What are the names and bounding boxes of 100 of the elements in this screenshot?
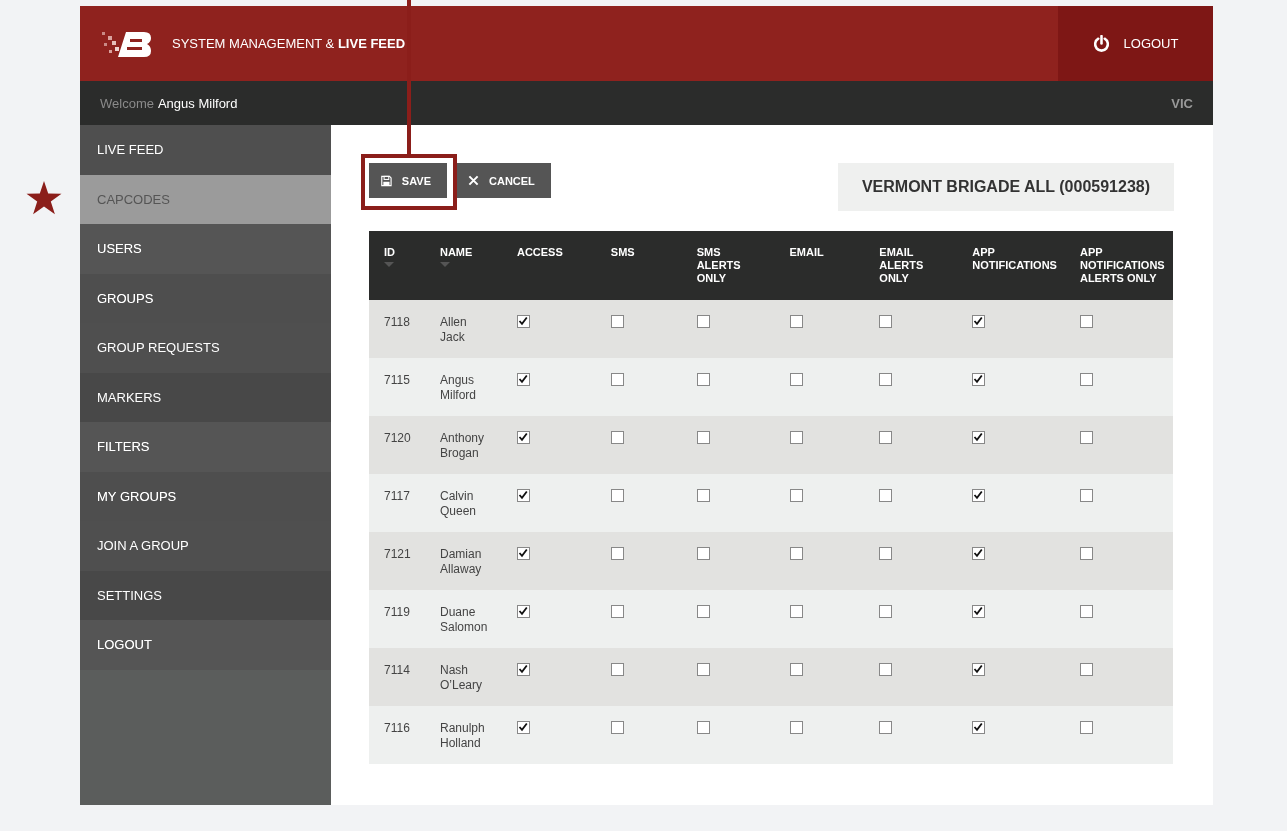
checkbox[interactable]: [516, 547, 530, 560]
checkbox[interactable]: [879, 721, 893, 734]
checkbox[interactable]: [610, 547, 624, 560]
app-title: SYSTEM MANAGEMENT & LIVE FEED: [172, 36, 407, 51]
column-header: APP NOTIFICATIONS: [957, 231, 1065, 300]
checkbox[interactable]: [1079, 315, 1093, 328]
checkbox[interactable]: [789, 721, 803, 734]
checkbox[interactable]: [696, 663, 710, 676]
checkbox[interactable]: [516, 721, 530, 734]
id-cell: 7119: [384, 605, 410, 619]
checkbox[interactable]: [1079, 663, 1093, 676]
welcome-label: Welcome: [100, 95, 154, 111]
checkbox[interactable]: [789, 663, 803, 676]
checkbox[interactable]: [696, 605, 710, 618]
checkbox[interactable]: [610, 315, 624, 328]
sidebar-item[interactable]: LIVE FEED: [80, 125, 331, 175]
checkbox[interactable]: [1079, 373, 1093, 386]
logout-button[interactable]: LOGOUT: [1058, 6, 1213, 81]
checkbox[interactable]: [516, 431, 530, 444]
checkbox[interactable]: [879, 547, 893, 560]
checkbox[interactable]: [972, 431, 986, 444]
checkbox[interactable]: [610, 489, 624, 502]
checkbox[interactable]: [879, 315, 893, 328]
checkbox[interactable]: [696, 489, 710, 502]
checkbox[interactable]: [789, 373, 803, 386]
column-header: EMAIL ALERTS ONLY: [864, 231, 958, 300]
column-header: SMS ALERTS ONLY: [681, 231, 775, 300]
checkbox[interactable]: [610, 605, 624, 618]
column-header: SMS: [595, 231, 682, 300]
name-cell: Nash O’Leary: [439, 663, 482, 693]
sidebar-item[interactable]: MY GROUPS: [80, 471, 331, 521]
checkbox[interactable]: [1079, 547, 1093, 560]
name-cell: Calvin Queen: [439, 489, 476, 519]
id-cell: 7117: [384, 489, 410, 503]
checkbox[interactable]: [1079, 489, 1093, 502]
checkbox[interactable]: [972, 721, 986, 734]
save-button[interactable]: SAVE: [369, 163, 447, 198]
checkbox[interactable]: [972, 315, 986, 328]
checkbox[interactable]: [972, 547, 986, 560]
name-cell: Angus Milford: [439, 373, 476, 403]
checkbox[interactable]: [789, 489, 803, 502]
id-cell: 7120: [384, 431, 411, 445]
id-cell: 7116: [384, 721, 410, 735]
checkbox[interactable]: [516, 489, 530, 502]
region-label: VIC: [1171, 95, 1193, 111]
checkbox[interactable]: [1079, 721, 1093, 734]
checkbox[interactable]: [879, 373, 893, 386]
checkbox[interactable]: [879, 663, 893, 676]
checkbox[interactable]: [696, 431, 710, 444]
name-cell: Allen Jack: [439, 315, 467, 345]
checkbox[interactable]: [1079, 605, 1093, 618]
id-cell: 7118: [384, 315, 410, 329]
checkbox[interactable]: [972, 489, 986, 502]
sidebar-item[interactable]: USERS: [80, 224, 331, 274]
id-cell: 7121: [384, 547, 411, 561]
column-header[interactable]: ID: [369, 231, 425, 300]
name-cell: Ranulph Holland: [439, 721, 485, 751]
checkbox[interactable]: [879, 489, 893, 502]
column-header: ACCESS: [501, 231, 596, 300]
checkbox[interactable]: [879, 431, 893, 444]
sidebar-item[interactable]: MARKERS: [80, 372, 331, 422]
checkbox[interactable]: [516, 315, 530, 328]
id-cell: 7114: [384, 663, 410, 677]
sidebar-item[interactable]: FILTERS: [80, 422, 331, 472]
checkbox[interactable]: [972, 373, 986, 386]
checkbox[interactable]: [972, 605, 986, 618]
checkbox[interactable]: [610, 721, 624, 734]
checkbox[interactable]: [789, 431, 803, 444]
column-header: EMAIL: [774, 231, 865, 300]
sidebar-item[interactable]: LOGOUT: [80, 620, 331, 670]
checkbox[interactable]: [610, 373, 624, 386]
id-cell: 7115: [384, 373, 410, 387]
sidebar-item[interactable]: GROUPS: [80, 273, 331, 323]
checkbox[interactable]: [789, 605, 803, 618]
checkbox[interactable]: [1079, 431, 1093, 444]
sidebar-item[interactable]: SETTINGS: [80, 570, 331, 620]
checkbox[interactable]: [516, 373, 530, 386]
logo-icon: [100, 29, 152, 58]
checkbox[interactable]: [696, 373, 710, 386]
checkbox[interactable]: [516, 663, 530, 676]
name-cell: Damian Allaway: [439, 547, 482, 577]
sidebar-item[interactable]: JOIN A GROUP: [80, 521, 331, 571]
checkbox[interactable]: [696, 547, 710, 560]
sidebar-item[interactable]: GROUP REQUESTS: [80, 323, 331, 373]
cancel-button[interactable]: CANCEL: [456, 163, 551, 198]
checkbox[interactable]: [610, 431, 624, 444]
checkbox[interactable]: [516, 605, 530, 618]
checkbox[interactable]: [972, 663, 986, 676]
close-icon: [468, 175, 479, 186]
column-header: APP NOTIFICATIONS ALERTS ONLY: [1064, 231, 1173, 300]
name-cell: Anthony Brogan: [439, 431, 484, 461]
checkbox[interactable]: [696, 721, 710, 734]
checkbox[interactable]: [789, 315, 803, 328]
checkbox[interactable]: [610, 663, 624, 676]
checkbox[interactable]: [789, 547, 803, 560]
capcode-title: VERMONT BRIGADE ALL (000591238): [837, 163, 1174, 211]
name-cell: Duane Salomon: [439, 605, 488, 635]
checkbox[interactable]: [879, 605, 893, 618]
column-header[interactable]: NAME: [424, 231, 502, 300]
checkbox[interactable]: [696, 315, 710, 328]
